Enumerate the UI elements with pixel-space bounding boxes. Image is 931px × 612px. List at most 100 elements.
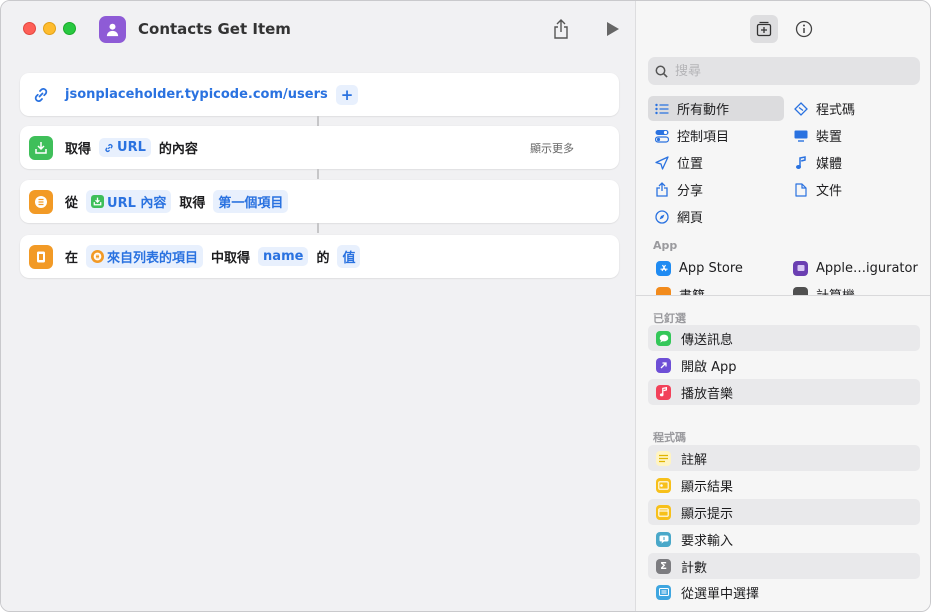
input-bubble-icon (656, 531, 671, 547)
action-search[interactable] (648, 57, 920, 85)
value-option[interactable]: 值 (337, 245, 361, 268)
get-label: 取得 (65, 142, 92, 157)
menu-icon (656, 584, 671, 600)
pinned-send-message[interactable]: 傳送訊息 (648, 325, 920, 351)
details-button[interactable] (790, 15, 818, 43)
play-icon (607, 22, 619, 36)
scripting-icon (793, 101, 809, 117)
calculator-app[interactable]: 計算機 (793, 282, 855, 295)
category-documents[interactable]: 文件 (787, 177, 920, 202)
category-controls[interactable]: 控制項目 (648, 123, 784, 148)
app-store-app[interactable]: App Store (656, 256, 743, 280)
search-icon (655, 65, 668, 78)
pinned-section-label: 已釘選 (653, 312, 686, 325)
url-variable-label: URL (117, 140, 146, 155)
app-section-label: App (653, 239, 678, 252)
person-icon[interactable] (99, 16, 126, 43)
list-icon (29, 189, 53, 214)
key-field[interactable]: name (258, 247, 309, 266)
url-contents-variable[interactable]: URL 內容 (86, 190, 172, 213)
toggle-icon (654, 128, 670, 144)
share-icon (654, 182, 670, 198)
from-label: 從 (65, 196, 79, 211)
list-item-variable[interactable]: 來自列表的項目 (86, 245, 204, 268)
action-ask-for-input[interactable]: 要求輸入 (648, 526, 920, 552)
link-icon (29, 82, 53, 107)
url-variable[interactable]: URL (99, 138, 151, 157)
configurator-icon (793, 260, 808, 276)
download-icon (29, 135, 53, 160)
monitor-icon (793, 128, 809, 144)
search-input[interactable] (675, 63, 905, 79)
run-button[interactable] (604, 20, 622, 38)
message-bubble-icon (656, 330, 671, 346)
get-from-label: 中取得 (211, 251, 251, 266)
books-app[interactable]: 書籍 (656, 282, 705, 295)
compass-icon (654, 209, 670, 225)
contents-label: 的內容 (158, 142, 198, 157)
first-item-option[interactable]: 第一個項目 (213, 190, 289, 213)
list-icon (654, 101, 670, 117)
in-label: 在 (65, 251, 79, 266)
open-arrow-icon (656, 357, 671, 373)
category-device[interactable]: 裝置 (787, 123, 920, 148)
url-value[interactable]: jsonplaceholder.typicode.com/users (65, 85, 328, 104)
action-connector (317, 116, 319, 126)
category-sharing[interactable]: 分享 (648, 177, 784, 202)
zoom-window-button[interactable] (63, 22, 76, 35)
scripting-section-label: 程式碼 (653, 431, 686, 444)
category-media[interactable]: 媒體 (787, 150, 920, 175)
action-count[interactable]: Σ 計數 (648, 553, 920, 579)
add-url-button[interactable]: + (335, 84, 359, 105)
library-add-icon (756, 21, 772, 37)
list-item-label: 來自列表的項目 (107, 251, 199, 266)
action-show-result[interactable]: 顯示結果 (648, 472, 920, 498)
action-comment[interactable]: 註解 (648, 445, 920, 471)
action-library-sidebar: 所有動作 控制項目 位置 分享 網頁 程式碼 (635, 1, 930, 611)
url-action[interactable]: jsonplaceholder.typicode.com/users + (20, 73, 619, 116)
action-library-button[interactable] (750, 15, 778, 43)
music-note-icon (793, 155, 809, 171)
category-location[interactable]: 位置 (648, 150, 784, 175)
result-icon (656, 477, 671, 493)
app-store-icon (656, 260, 671, 276)
show-more-button[interactable]: 顯示更多 (530, 140, 574, 156)
minimize-window-button[interactable] (43, 22, 56, 35)
get-dictionary-value-action[interactable]: 在 來自列表的項目 中取得 name 的 值 (20, 235, 619, 278)
download-icon (91, 195, 105, 208)
apple-configurator-app[interactable]: Apple…igurator (793, 256, 918, 280)
info-icon (795, 20, 813, 38)
get-label: 取得 (179, 196, 206, 211)
books-icon (656, 286, 671, 295)
category-list: 所有動作 控制項目 位置 分享 網頁 程式碼 裝置 媒體 文件 App App … (636, 93, 930, 295)
pinned-open-app[interactable]: 開啟 App (648, 352, 920, 378)
window-title: Contacts Get Item (138, 20, 291, 38)
pinned-play-music[interactable]: 播放音樂 (648, 379, 920, 405)
shortcut-editor: Contacts Get Item jsonplaceholder.typico… (1, 1, 635, 611)
of-label: 的 (316, 251, 330, 266)
calculator-icon (793, 286, 808, 295)
get-contents-action[interactable]: 取得 URL 的內容 顯示更多 (20, 126, 619, 169)
action-connector (317, 169, 319, 179)
comment-lines-icon (656, 450, 671, 466)
share-button[interactable] (551, 17, 571, 41)
category-scripting[interactable]: 程式碼 (787, 96, 920, 121)
get-item-from-list-action[interactable]: 從 URL 內容 取得 第一個項目 (20, 180, 619, 223)
dictionary-icon (29, 244, 53, 269)
link-icon (105, 143, 113, 152)
music-note-icon (656, 384, 671, 400)
close-window-button[interactable] (23, 22, 36, 35)
location-arrow-icon (654, 155, 670, 171)
category-web[interactable]: 網頁 (648, 204, 784, 229)
list-icon (91, 250, 105, 263)
shortcuts-window: Contacts Get Item jsonplaceholder.typico… (0, 0, 931, 612)
action-show-alert[interactable]: 顯示提示 (648, 499, 920, 525)
sigma-icon: Σ (656, 558, 671, 574)
document-icon (793, 182, 809, 198)
action-connector (317, 223, 319, 233)
action-choose-from-menu[interactable]: 從選單中選擇 (648, 579, 920, 605)
share-icon (554, 19, 568, 39)
alert-icon (656, 504, 671, 520)
sidebar-divider (636, 295, 930, 296)
category-all-actions[interactable]: 所有動作 (648, 96, 784, 121)
